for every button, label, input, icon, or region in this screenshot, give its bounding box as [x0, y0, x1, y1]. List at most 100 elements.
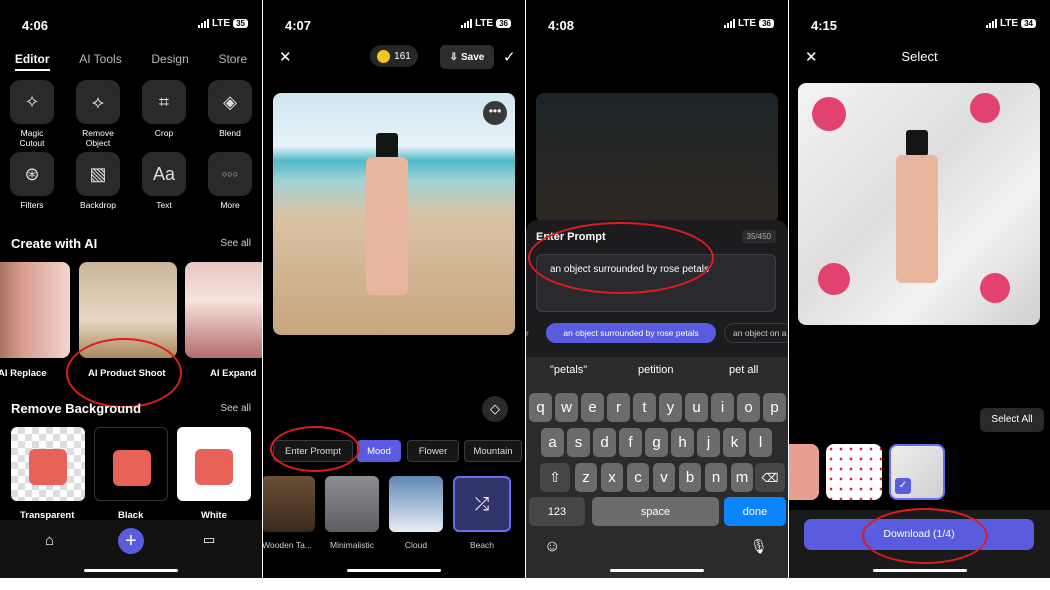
preset-minimalistic[interactable] — [325, 476, 379, 532]
key-j[interactable]: j — [697, 428, 720, 457]
key-u[interactable]: u — [685, 393, 708, 422]
key-p[interactable]: p — [763, 393, 786, 422]
done-key[interactable]: done — [724, 497, 786, 526]
prompt-input[interactable]: an object surrounded by rose petals — [536, 254, 776, 312]
suggestion-chip[interactable]: an object on a — [724, 323, 788, 343]
tab-ai-tools[interactable]: AI Tools — [79, 52, 121, 71]
confirm-check-icon[interactable]: ✓ — [503, 48, 516, 66]
tab-store[interactable]: Store — [218, 52, 247, 71]
home-indicator — [347, 569, 441, 572]
more-button[interactable]: ○○○ More — [204, 152, 256, 210]
space-key[interactable]: space — [592, 497, 719, 526]
bg-transparent-option[interactable] — [11, 427, 85, 501]
bg-white-option[interactable] — [177, 427, 251, 501]
ai-product-shoot-card[interactable] — [79, 262, 177, 358]
backspace-key[interactable]: ⌫ — [755, 463, 785, 492]
chip-enter-prompt[interactable]: Enter Prompt — [273, 440, 353, 462]
key-n[interactable]: n — [705, 463, 727, 492]
eraser-icon[interactable]: ◇ — [482, 396, 508, 422]
coin-count: 161 — [394, 50, 411, 62]
key-v[interactable]: v — [653, 463, 675, 492]
ai-expand-label: AI Expand — [210, 368, 257, 379]
bg-black-option[interactable] — [94, 427, 168, 501]
coin-balance[interactable]: 161 — [370, 45, 418, 67]
rose — [980, 273, 1010, 303]
key-g[interactable]: g — [645, 428, 668, 457]
key-l[interactable]: l — [749, 428, 772, 457]
preset-cloud[interactable] — [389, 476, 443, 532]
result-thumb[interactable] — [826, 444, 882, 500]
key-t[interactable]: t — [633, 393, 656, 422]
tab-editor[interactable]: Editor — [14, 52, 50, 71]
numbers-key[interactable]: 123 — [529, 497, 585, 526]
blurred-preview — [536, 93, 778, 223]
key-y[interactable]: y — [659, 393, 682, 422]
microphone-icon[interactable]: 🎙 — [750, 538, 768, 555]
tool-label: Filters — [20, 200, 44, 210]
ai-replace-card[interactable] — [0, 262, 70, 358]
key-e[interactable]: e — [581, 393, 604, 422]
key-d[interactable]: d — [593, 428, 616, 457]
create-see-all-link[interactable]: See all — [220, 238, 251, 249]
more-options-icon[interactable]: ••• — [483, 101, 507, 125]
preset-label: Cloud — [404, 540, 428, 550]
status-time: 4:15 — [811, 18, 838, 33]
magic-cutout-icon: ✧ — [10, 80, 54, 124]
tab-design[interactable]: Design — [151, 52, 188, 71]
suggestion-chip-selected[interactable]: an object surrounded by rose petals — [546, 323, 716, 343]
chip-flower[interactable]: Flower — [407, 440, 459, 462]
chip-mountain[interactable]: Mountain — [464, 440, 522, 462]
prediction-item[interactable]: "petals" — [550, 364, 587, 376]
predictive-bar: "petals" petition pet all — [526, 357, 788, 385]
home-icon[interactable]: ⌂ — [45, 532, 54, 549]
battery-icon: 36 — [759, 19, 774, 28]
folder-icon[interactable]: ▭ — [203, 532, 215, 548]
network-label: LTE — [999, 18, 1019, 29]
status-bar: 4:06 LTE 35 — [0, 18, 262, 36]
filters-button[interactable]: ⊛ Filters — [6, 152, 58, 210]
select-all-button[interactable]: Select All — [980, 408, 1044, 432]
ai-expand-card[interactable] — [185, 262, 262, 358]
key-x[interactable]: x — [601, 463, 623, 492]
add-button[interactable]: + — [118, 528, 144, 554]
prediction-item[interactable]: pet all — [729, 364, 758, 376]
key-f[interactable]: f — [619, 428, 642, 457]
key-z[interactable]: z — [575, 463, 597, 492]
chip-mood[interactable]: Mood — [357, 440, 401, 462]
key-w[interactable]: w — [555, 393, 578, 422]
shift-key[interactable]: ⇧ — [540, 463, 570, 492]
preset-label: Beach — [469, 540, 495, 550]
key-b[interactable]: b — [679, 463, 701, 492]
backdrop-button[interactable]: ▧ Backdrop — [72, 152, 124, 210]
crop-button[interactable]: ⌗ Crop — [138, 80, 190, 138]
key-o[interactable]: o — [737, 393, 760, 422]
prediction-item[interactable]: petition — [638, 364, 673, 376]
emoji-icon[interactable]: ☺ — [544, 538, 560, 556]
key-c[interactable]: c — [627, 463, 649, 492]
key-i[interactable]: i — [711, 393, 734, 422]
suggestion-chip[interactable]: r — [526, 323, 529, 343]
key-q[interactable]: q — [529, 393, 552, 422]
tool-label: Text — [156, 200, 172, 210]
preset-wooden-table[interactable] — [263, 476, 315, 532]
key-s[interactable]: s — [567, 428, 590, 457]
magic-cutout-button[interactable]: ✧ Magic Cutout — [6, 80, 58, 148]
key-h[interactable]: h — [671, 428, 694, 457]
key-m[interactable]: m — [731, 463, 753, 492]
remove-see-all-link[interactable]: See all — [220, 403, 251, 414]
key-k[interactable]: k — [723, 428, 746, 457]
close-icon[interactable]: ✕ — [279, 48, 292, 66]
key-a[interactable]: a — [541, 428, 564, 457]
text-button[interactable]: Aa Text — [138, 152, 190, 210]
preset-beach[interactable]: ⤮ — [453, 476, 511, 532]
result-thumb-selected[interactable]: ✓ — [889, 444, 945, 500]
blend-icon: ◈ — [208, 80, 252, 124]
save-button[interactable]: ⇩ Save — [440, 45, 494, 69]
result-thumb[interactable] — [789, 444, 819, 500]
remove-object-button[interactable]: ⟡ Remove Object — [72, 80, 124, 148]
download-button[interactable]: Download (1/4) — [804, 519, 1034, 550]
signal-indicator: LTE 36 — [460, 18, 511, 29]
status-bar: 4:08 LTE 36 — [526, 18, 788, 36]
blend-button[interactable]: ◈ Blend — [204, 80, 256, 138]
key-r[interactable]: r — [607, 393, 630, 422]
